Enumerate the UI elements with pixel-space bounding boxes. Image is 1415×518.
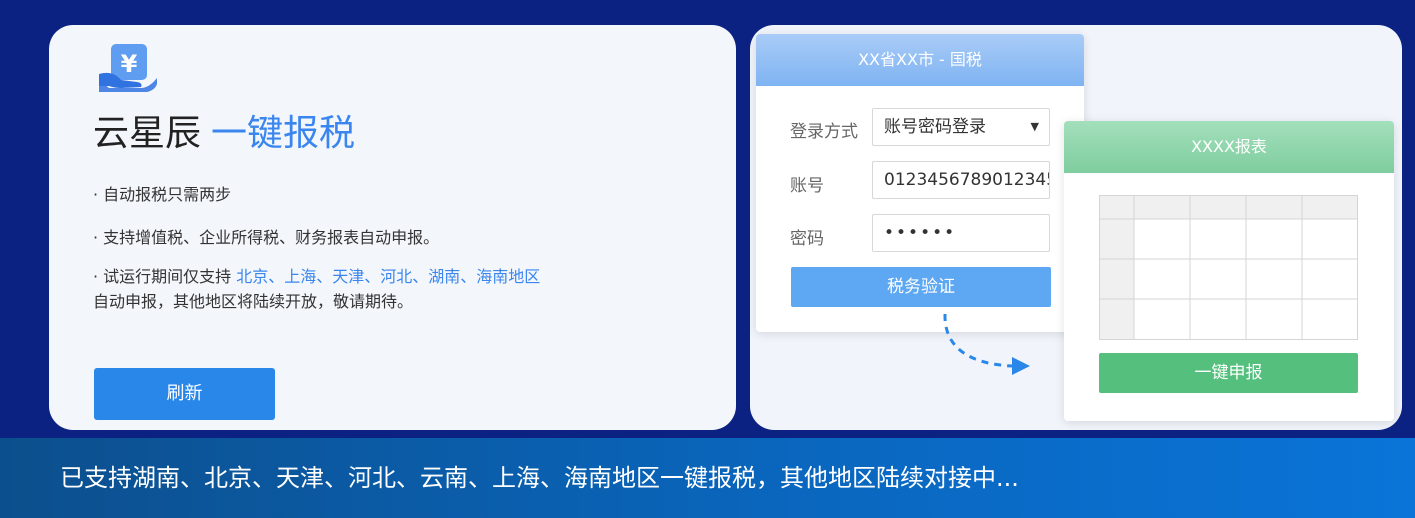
feature-trial-regions: · 试运行期间仅支持 北京、上海、天津、河北、湖南、海南地区 (93, 264, 540, 290)
login-method-label: 登录方式 (790, 122, 858, 142)
report-table-grid (1099, 195, 1358, 340)
tax-report-panel: XXXX报表 一键申报 (1064, 121, 1394, 421)
login-method-select[interactable]: 账号密码登录 ▼ (872, 108, 1050, 146)
tax-login-panel: XX省XX市 - 国税 登录方式 账号密码登录 ▼ 账号 01234567890… (756, 34, 1084, 332)
product-intro-card: ¥ 云星辰 一键报税 · 自动报税只需两步 · 支持增值税、企业所得税、财务报表自… (49, 25, 736, 430)
support-banner-text: 已支持湖南、北京、天津、河北、云南、上海、海南地区一键报税，其他地区陆续对接中.… (60, 464, 1019, 492)
account-label: 账号 (790, 176, 824, 196)
feature-tax-types: · 支持增值税、企业所得税、财务报表自动申报。 (93, 228, 440, 247)
workflow-illustration: XX省XX市 - 国税 登录方式 账号密码登录 ▼ 账号 01234567890… (750, 25, 1402, 430)
brand-name: 云星辰 (93, 113, 202, 154)
trial-prefix: · 试运行期间仅支持 (93, 267, 237, 286)
tax-verify-button[interactable]: 税务验证 (791, 267, 1051, 307)
login-panel-title: XX省XX市 - 国税 (756, 34, 1084, 86)
login-method-value: 账号密码登录 (884, 117, 986, 137)
one-click-submit-button[interactable]: 一键申报 (1099, 353, 1358, 393)
support-banner: 已支持湖南、北京、天津、河北、云南、上海、海南地区一键报税，其他地区陆续对接中.… (0, 438, 1415, 518)
feature-two-steps: · 自动报税只需两步 (93, 185, 232, 204)
svg-text:¥: ¥ (121, 50, 138, 78)
yen-hand-icon: ¥ (99, 44, 157, 92)
dropdown-caret-icon: ▼ (1030, 120, 1039, 133)
trial-region-list: 北京、上海、天津、河北、湖南、海南地区 (236, 267, 541, 286)
account-input[interactable]: 0123456789012345 (872, 161, 1050, 199)
password-input[interactable]: •••••• (872, 214, 1050, 252)
report-panel-title: XXXX报表 (1064, 121, 1394, 173)
flow-arrow-icon (943, 313, 1030, 375)
feature-trial-note: 自动申报，其他地区将陆续开放，敬请期待。 (93, 292, 414, 311)
password-label: 密码 (790, 229, 824, 249)
page-title: 云星辰 一键报税 (93, 112, 355, 156)
refresh-button[interactable]: 刷新 (94, 368, 275, 420)
feature-name: 一键报税 (211, 113, 356, 154)
